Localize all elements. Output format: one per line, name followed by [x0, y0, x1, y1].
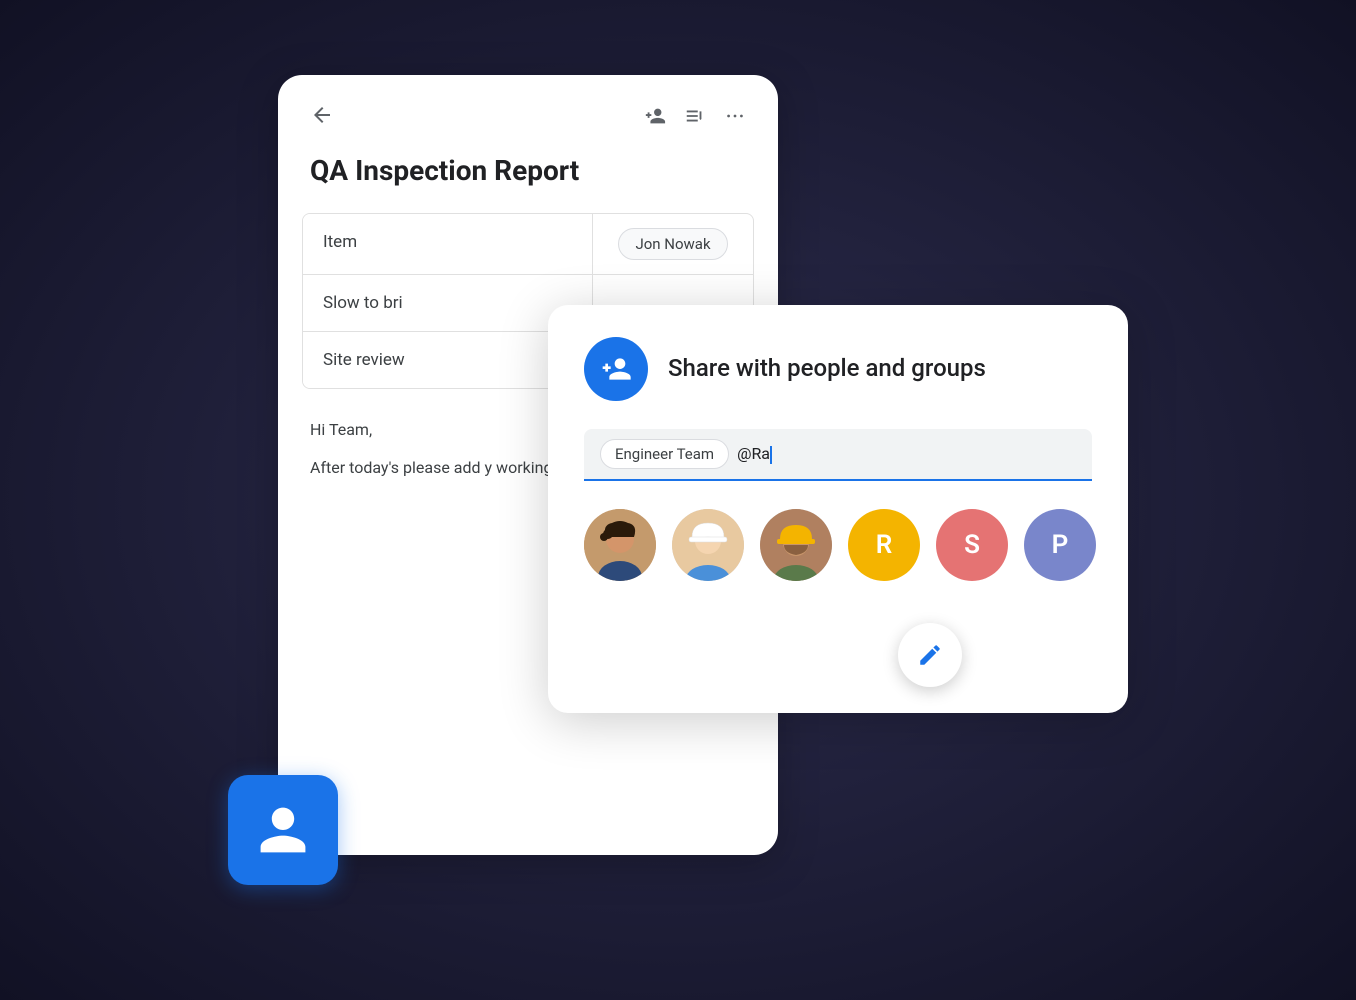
name-badge: Jon Nowak	[618, 228, 727, 260]
add-person-icon[interactable]	[644, 105, 666, 132]
blue-icon-card	[228, 775, 338, 885]
avatar-person-c[interactable]	[760, 509, 832, 581]
text-cursor	[770, 446, 772, 464]
avatar-r[interactable]: R	[848, 509, 920, 581]
share-header: Share with people and groups	[584, 337, 1092, 401]
engineer-team-tag[interactable]: Engineer Team	[600, 439, 729, 469]
share-dialog: Share with people and groups Engineer Te…	[548, 305, 1128, 713]
avatars-row: R S P	[584, 509, 1092, 581]
avatar-s[interactable]: S	[936, 509, 1008, 581]
card-header	[278, 75, 778, 153]
avatar-p-label: P	[1052, 530, 1069, 560]
cell-item-value: Jon Nowak	[593, 214, 753, 274]
avatar-person-b[interactable]	[672, 509, 744, 581]
share-input-container[interactable]: Engineer Team @Ra	[584, 429, 1092, 481]
edit-fab[interactable]	[898, 623, 962, 687]
notes-icon[interactable]	[684, 105, 706, 132]
share-input-text[interactable]: @Ra	[737, 444, 1076, 464]
header-actions	[644, 105, 746, 132]
back-button[interactable]	[310, 103, 334, 133]
table-row-item: Item Jon Nowak	[303, 214, 753, 275]
cell-item-label: Item	[303, 214, 593, 274]
report-title: QA Inspection Report	[278, 153, 778, 213]
more-icon[interactable]	[724, 105, 746, 132]
edit-icon	[917, 642, 943, 668]
share-icon-circle	[584, 337, 648, 401]
share-dialog-title: Share with people and groups	[668, 353, 986, 384]
avatar-p[interactable]: P	[1024, 509, 1096, 581]
person-icon	[255, 802, 311, 858]
avatar-person-a[interactable]	[584, 509, 656, 581]
add-person-share-icon	[600, 353, 632, 385]
avatar-s-label: S	[964, 530, 980, 560]
avatar-r-label: R	[876, 530, 893, 560]
